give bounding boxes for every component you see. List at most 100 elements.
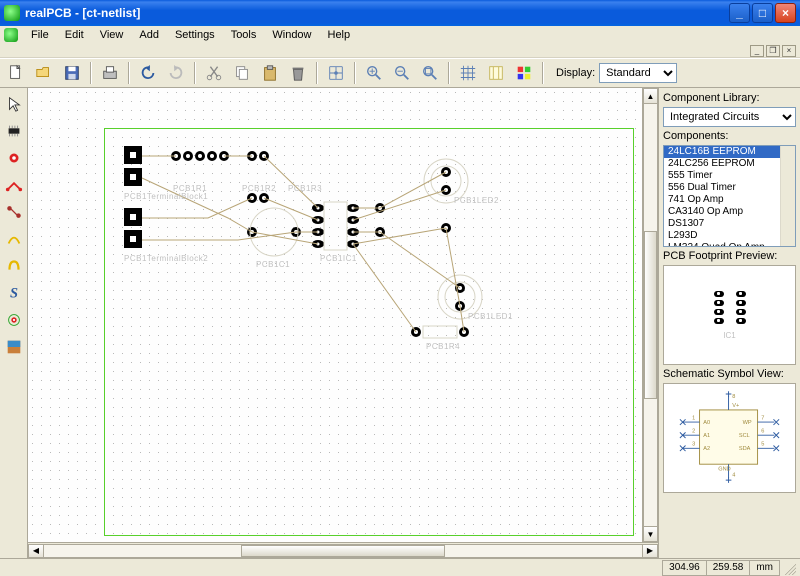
open-button[interactable]	[32, 61, 56, 85]
menu-view[interactable]: View	[93, 28, 131, 42]
label-r2: PCB1R2	[242, 184, 276, 193]
side-toolbar: S	[0, 88, 28, 558]
print-button[interactable]	[98, 61, 122, 85]
grid-snap-button[interactable]	[324, 61, 348, 85]
new-button[interactable]	[4, 61, 28, 85]
footprint-preview: IC1	[663, 265, 796, 365]
schematic-preview: 8V+ 4GND A01 A12 A23 WP7 SCL6 SDA5	[663, 383, 796, 493]
menu-window[interactable]: Window	[265, 28, 318, 42]
undo-button[interactable]	[136, 61, 160, 85]
svg-text:A0: A0	[703, 420, 710, 426]
main-toolbar: Display: Standard	[0, 58, 800, 88]
list-item[interactable]: 556 Dual Timer	[664, 182, 795, 194]
window-close-button[interactable]: ×	[775, 3, 796, 23]
status-bar: 304.96 259.58 mm	[0, 558, 800, 576]
label-c1: PCB1C1	[256, 260, 290, 269]
save-button[interactable]	[60, 61, 84, 85]
scroll-left-button[interactable]: ◀	[28, 544, 44, 558]
mdi-minimize-button[interactable]: _	[750, 45, 764, 57]
arc-tool[interactable]	[2, 227, 26, 251]
text-tool[interactable]: S	[2, 281, 26, 305]
mdi-app-icon	[4, 28, 18, 42]
layers-button[interactable]	[484, 61, 508, 85]
mdi-restore-button[interactable]: ❐	[766, 45, 780, 57]
status-y: 259.58	[707, 560, 751, 576]
menu-add[interactable]: Add	[132, 28, 166, 42]
zoom-out-button[interactable]	[390, 61, 414, 85]
mdi-control-bar: _ ❐ ×	[0, 44, 800, 58]
label-led2: PCB1LED2	[454, 196, 499, 205]
scroll-right-button[interactable]: ▶	[642, 544, 658, 558]
footprint-label: PCB Footprint Preview:	[663, 250, 796, 262]
components-label: Components:	[663, 130, 796, 142]
grid-button[interactable]	[456, 61, 480, 85]
components-listbox[interactable]: 24LC16B EEPROM 24LC256 EEPROM 555 Timer …	[663, 145, 796, 247]
copy-button[interactable]	[230, 61, 254, 85]
app-icon	[4, 5, 20, 21]
list-item[interactable]: CA3140 Op Amp	[664, 206, 795, 218]
pcb-canvas[interactable]: PCB1TerminalBlock1 PCB1TerminalBlock2 PC…	[28, 88, 642, 542]
label-tb1: PCB1TerminalBlock1	[124, 192, 208, 201]
svg-text:WP: WP	[743, 420, 752, 426]
connection-tool[interactable]	[2, 200, 26, 224]
menu-help[interactable]: Help	[321, 28, 358, 42]
scroll-up-button[interactable]: ▲	[643, 88, 658, 104]
menu-file[interactable]: File	[24, 28, 56, 42]
svg-text:3: 3	[692, 441, 695, 447]
list-item[interactable]: L293D	[664, 230, 795, 242]
svg-text:A2: A2	[703, 446, 710, 452]
pad-tool[interactable]	[2, 146, 26, 170]
label-ic1: PCB1IC1	[320, 254, 357, 263]
cut-button[interactable]	[202, 61, 226, 85]
display-label: Display:	[556, 67, 595, 79]
scroll-down-button[interactable]: ▼	[643, 526, 658, 542]
label-r4: PCB1R4	[426, 342, 460, 351]
zoom-in-button[interactable]	[362, 61, 386, 85]
resize-grip-icon[interactable]	[782, 561, 796, 575]
right-panel: Component Library: Integrated Circuits C…	[658, 88, 800, 558]
copper-pour-tool[interactable]	[2, 335, 26, 359]
status-unit: mm	[750, 560, 780, 576]
window-maximize-button[interactable]: □	[752, 3, 773, 23]
component-tool[interactable]	[2, 119, 26, 143]
window-minimize-button[interactable]: _	[729, 3, 750, 23]
zoom-fit-button[interactable]	[418, 61, 442, 85]
horizontal-scrollbar[interactable]: ◀ ▶	[28, 542, 658, 558]
colors-button[interactable]	[512, 61, 536, 85]
schematic-label: Schematic Symbol View:	[663, 368, 796, 380]
list-item[interactable]: DS1307	[664, 218, 795, 230]
svg-text:GND: GND	[718, 467, 730, 473]
menu-tools[interactable]: Tools	[224, 28, 264, 42]
pcb-drawing	[28, 88, 642, 542]
svg-text:4: 4	[732, 472, 735, 478]
display-select[interactable]: Standard	[599, 63, 677, 83]
window-title: realPCB - [ct-netlist]	[25, 6, 729, 20]
footprint-ic-label: IC1	[723, 331, 735, 340]
mdi-close-button[interactable]: ×	[782, 45, 796, 57]
select-tool[interactable]	[2, 92, 26, 116]
title-bar: realPCB - [ct-netlist] _ □ ×	[0, 0, 800, 26]
svg-text:5: 5	[761, 441, 764, 447]
delete-button[interactable]	[286, 61, 310, 85]
svg-text:SDA: SDA	[739, 446, 751, 452]
list-item[interactable]: 741 Op Amp	[664, 194, 795, 206]
track-tool[interactable]	[2, 173, 26, 197]
shape-tool[interactable]	[2, 254, 26, 278]
list-item[interactable]: LM324 Quad Op Amp	[664, 242, 795, 247]
svg-text:SCL: SCL	[739, 433, 750, 439]
list-item[interactable]: 24LC16B EEPROM	[664, 146, 795, 158]
via-tool[interactable]	[2, 308, 26, 332]
library-label: Component Library:	[663, 92, 796, 104]
menu-bar: File Edit View Add Settings Tools Window…	[0, 26, 800, 44]
list-item[interactable]: 24LC256 EEPROM	[664, 158, 795, 170]
label-led1: PCB1LED1	[468, 312, 513, 321]
menu-edit[interactable]: Edit	[58, 28, 91, 42]
library-select[interactable]: Integrated Circuits	[663, 107, 796, 127]
menu-settings[interactable]: Settings	[168, 28, 222, 42]
redo-button[interactable]	[164, 61, 188, 85]
status-x: 304.96	[662, 560, 707, 576]
vertical-scrollbar[interactable]: ▲ ▼	[642, 88, 658, 542]
listbox-scrollbar[interactable]	[780, 146, 795, 246]
list-item[interactable]: 555 Timer	[664, 170, 795, 182]
paste-button[interactable]	[258, 61, 282, 85]
